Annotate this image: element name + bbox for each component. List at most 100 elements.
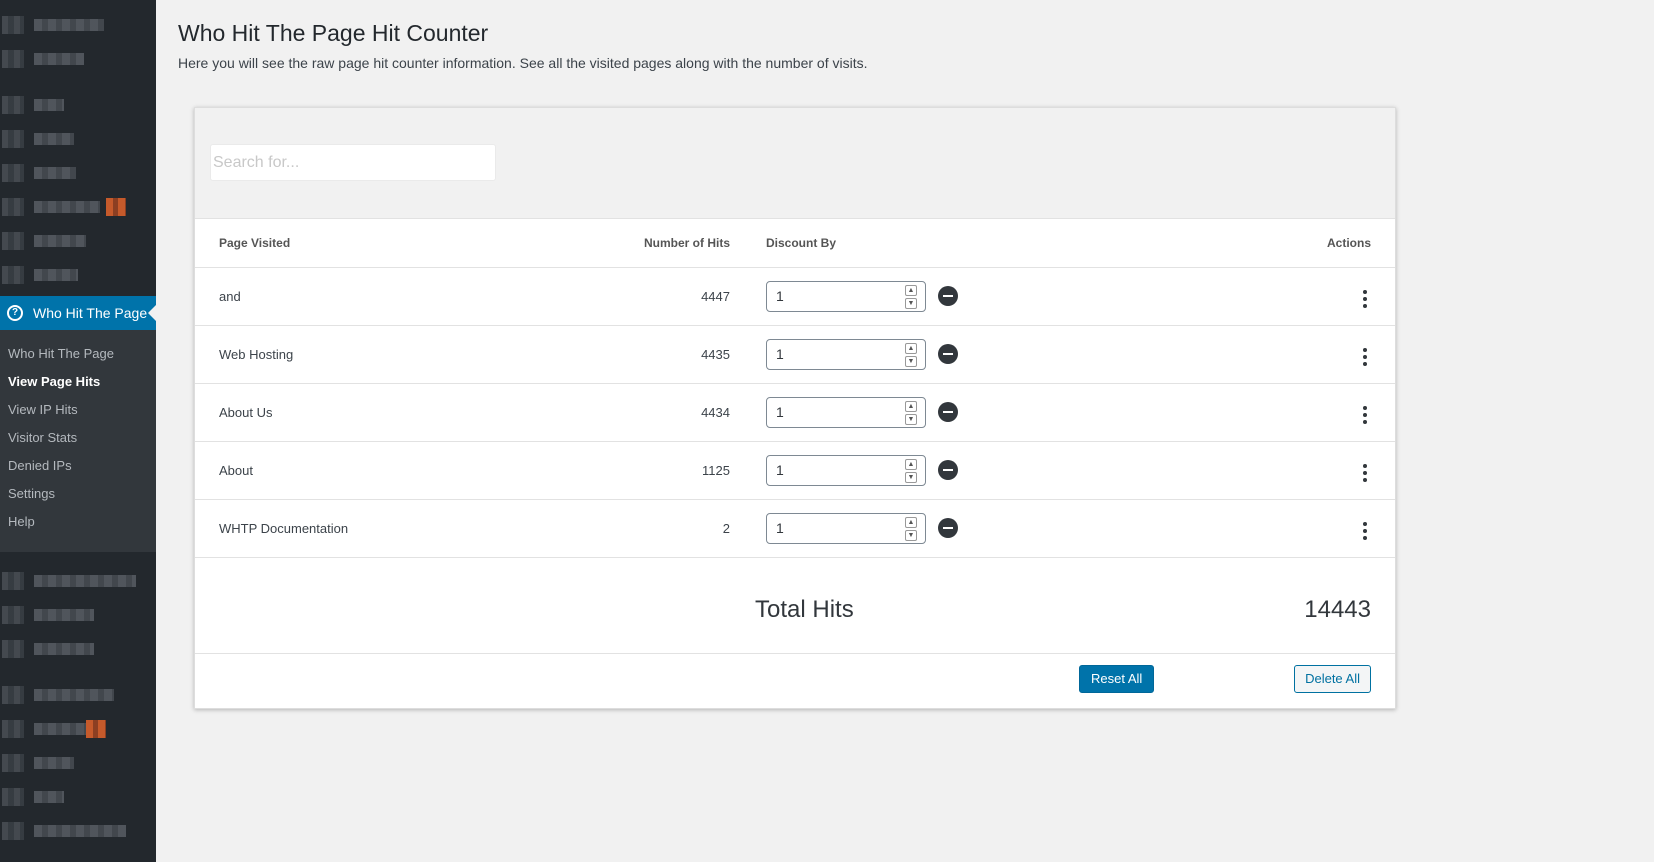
stepper-down-icon[interactable]: ▼ [905, 297, 917, 309]
more-vertical-icon[interactable] [1359, 520, 1371, 542]
sidebar-item-obscured[interactable] [0, 230, 150, 252]
hits-cell: 2 [595, 499, 730, 558]
sidebar-item-obscured[interactable] [0, 48, 150, 70]
discount-controls: 1 ▲ ▼ [766, 512, 1275, 544]
obscured-label [34, 167, 76, 179]
discount-value[interactable]: 1 [767, 404, 784, 420]
stepper-down-icon[interactable]: ▼ [905, 529, 917, 541]
menu-icon [2, 572, 24, 590]
menu-icon [2, 720, 24, 738]
search-input[interactable] [210, 144, 496, 181]
menu-icon [2, 198, 24, 216]
submenu-settings[interactable]: Settings [0, 480, 156, 508]
discount-stepper[interactable]: 1 ▲ ▼ [766, 512, 926, 544]
menu-icon [2, 606, 24, 624]
help-circle-icon: ? [7, 305, 23, 321]
submenu-view-page-hits[interactable]: View Page Hits [0, 368, 156, 396]
obscured-label [34, 269, 78, 281]
discount-minus-icon[interactable] [938, 460, 958, 480]
actions-cell [1275, 499, 1395, 558]
menu-icon [2, 640, 24, 658]
menu-icon [2, 754, 24, 772]
discount-stepper[interactable]: 1 ▲ ▼ [766, 338, 926, 370]
sidebar-item-label: Who Hit The Page [33, 305, 148, 321]
stepper-down-icon[interactable]: ▼ [905, 355, 917, 367]
admin-sidebar: ? Who Hit The Page Who Hit The Page View… [0, 0, 156, 862]
submenu-denied-ips[interactable]: Denied IPs [0, 452, 156, 480]
discount-value[interactable]: 1 [767, 346, 784, 362]
stepper-up-icon[interactable]: ▲ [905, 400, 917, 412]
stepper-up-icon[interactable]: ▲ [905, 516, 917, 528]
menu-icon [2, 266, 24, 284]
discount-minus-icon[interactable] [938, 286, 958, 306]
hits-card: Page Visited Number of Hits Discount By … [194, 107, 1396, 709]
sidebar-item-obscured[interactable] [0, 718, 150, 740]
submenu-visitor-stats[interactable]: Visitor Stats [0, 424, 156, 452]
sidebar-item-obscured[interactable] [0, 684, 150, 706]
table-row: Web Hosting 4435 1 ▲ ▼ [195, 325, 1395, 384]
sidebar-item-obscured[interactable] [0, 94, 150, 116]
column-header-discount: Discount By [730, 219, 1275, 268]
sidebar-item-obscured[interactable] [0, 162, 150, 184]
sidebar-item-obscured[interactable] [0, 14, 150, 36]
sidebar-item-obscured[interactable] [0, 786, 150, 808]
discount-stepper[interactable]: 1 ▲ ▼ [766, 454, 926, 486]
more-vertical-icon[interactable] [1359, 462, 1371, 484]
submenu-help[interactable]: Help [0, 508, 156, 536]
hits-cell: 4447 [595, 267, 730, 326]
discount-value[interactable]: 1 [767, 288, 784, 304]
obscured-label [34, 99, 64, 111]
menu-icon [2, 16, 24, 34]
submenu-who-hit-the-page[interactable]: Who Hit The Page [0, 340, 156, 368]
discount-stepper[interactable]: 1 ▲ ▼ [766, 396, 926, 428]
reset-all-button[interactable]: Reset All [1079, 664, 1155, 693]
more-vertical-icon[interactable] [1359, 404, 1371, 426]
discount-value[interactable]: 1 [767, 462, 784, 478]
menu-icon [2, 130, 24, 148]
sidebar-submenu: Who Hit The Page View Page Hits View IP … [0, 330, 156, 552]
table-row: About Us 4434 1 ▲ ▼ [195, 383, 1395, 442]
discount-stepper[interactable]: 1 ▲ ▼ [766, 280, 926, 312]
stepper-arrows: ▲ ▼ [905, 458, 917, 483]
sidebar-item-obscured[interactable] [0, 196, 150, 218]
sidebar-item-who-hit-the-page[interactable]: ? Who Hit The Page [0, 296, 156, 330]
stepper-arrows: ▲ ▼ [905, 342, 917, 367]
actions-cell [1275, 325, 1395, 384]
discount-value[interactable]: 1 [767, 520, 784, 536]
discount-minus-icon[interactable] [938, 344, 958, 364]
menu-icon [2, 822, 24, 840]
card-header [195, 108, 1395, 219]
sidebar-item-obscured[interactable] [0, 820, 150, 842]
stepper-up-icon[interactable]: ▲ [905, 458, 917, 470]
submenu-view-ip-hits[interactable]: View IP Hits [0, 396, 156, 424]
table-row: WHTP Documentation 2 1 ▲ ▼ [195, 499, 1395, 558]
stepper-up-icon[interactable]: ▲ [905, 284, 917, 296]
discount-controls: 1 ▲ ▼ [766, 338, 1275, 370]
total-hits-value: 14443 [1304, 595, 1371, 623]
sidebar-item-obscured[interactable] [0, 570, 150, 592]
stepper-down-icon[interactable]: ▼ [905, 471, 917, 483]
page-hits-table: Page Visited Number of Hits Discount By … [195, 219, 1395, 558]
notification-badge [106, 198, 126, 216]
stepper-arrows: ▲ ▼ [905, 284, 917, 309]
sidebar-item-obscured[interactable] [0, 604, 150, 626]
sidebar-item-obscured[interactable] [0, 638, 150, 660]
more-vertical-icon[interactable] [1359, 346, 1371, 368]
actions-cell [1275, 441, 1395, 500]
delete-all-button[interactable]: Delete All [1294, 664, 1371, 693]
obscured-label [34, 19, 104, 31]
stepper-up-icon[interactable]: ▲ [905, 342, 917, 354]
sidebar-item-obscured[interactable] [0, 752, 150, 774]
obscured-label [34, 757, 74, 769]
stepper-down-icon[interactable]: ▼ [905, 413, 917, 425]
discount-minus-icon[interactable] [938, 518, 958, 538]
more-vertical-icon[interactable] [1359, 288, 1371, 310]
sidebar-item-obscured[interactable] [0, 128, 150, 150]
actions-cell [1275, 383, 1395, 442]
discount-minus-icon[interactable] [938, 402, 958, 422]
discount-controls: 1 ▲ ▼ [766, 396, 1275, 428]
discount-cell: 1 ▲ ▼ [730, 267, 1275, 326]
sidebar-item-obscured[interactable] [0, 264, 150, 286]
page-description: Here you will see the raw page hit count… [178, 55, 868, 71]
menu-icon [2, 50, 24, 68]
